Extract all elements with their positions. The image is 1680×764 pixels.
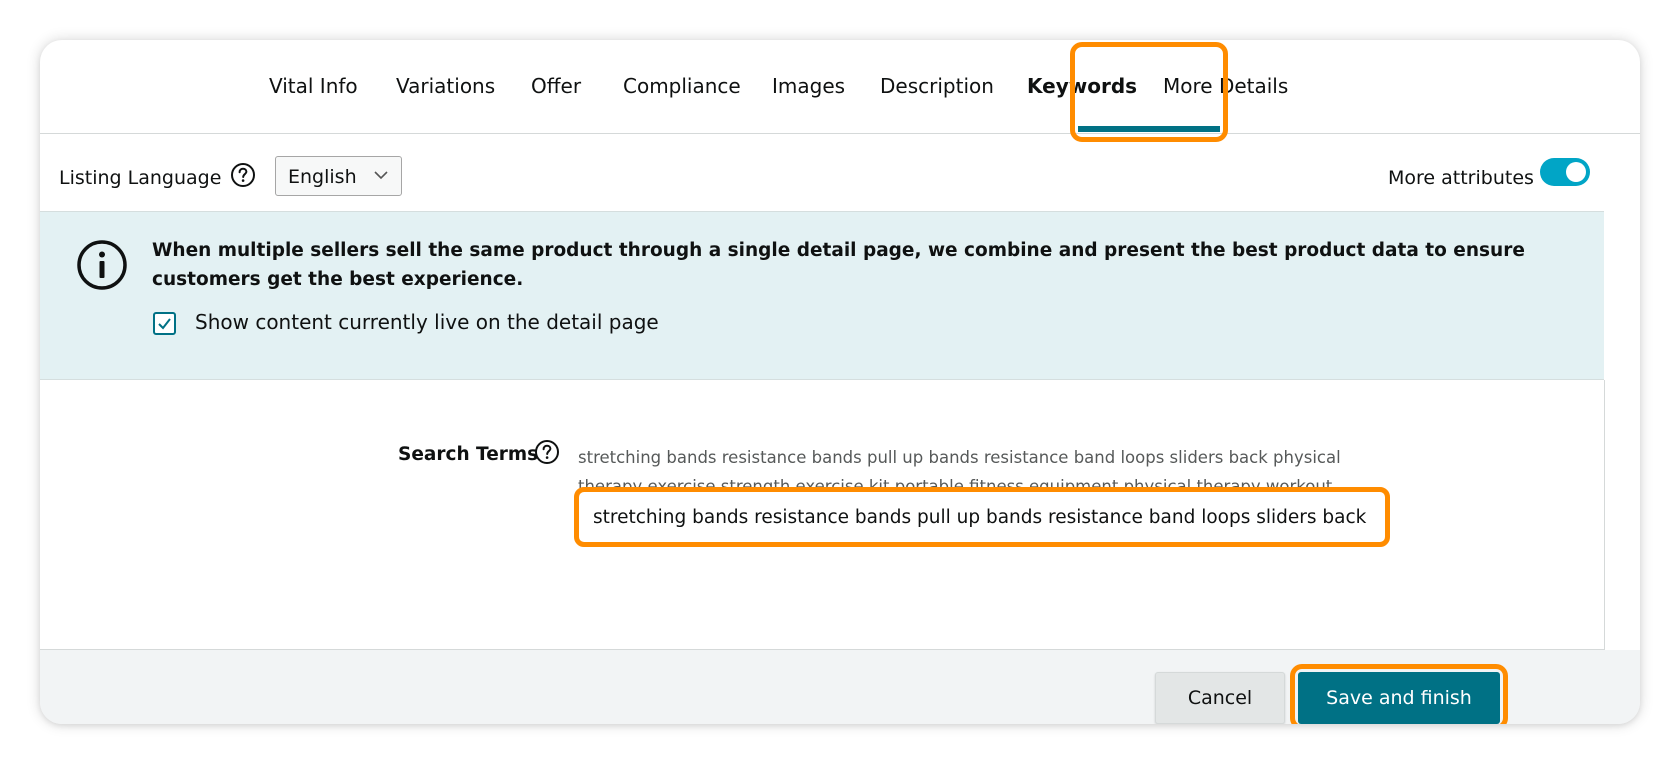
- listing-language-label: Listing Language: [59, 167, 222, 189]
- tab-images[interactable]: Images: [772, 74, 845, 98]
- show-live-content-checkbox[interactable]: [153, 312, 176, 335]
- selected-language: English: [288, 166, 357, 188]
- listing-language-select[interactable]: English: [275, 156, 402, 196]
- question-circle-icon[interactable]: [230, 162, 256, 188]
- form-footer: Cancel Save and finish: [40, 650, 1640, 724]
- tab-vital-info[interactable]: Vital Info: [269, 74, 358, 98]
- toggle-knob: [1566, 162, 1586, 182]
- keywords-tab-highlight: [1070, 42, 1228, 142]
- edit-listing-panel: Vital Info Variations Offer Compliance I…: [40, 40, 1640, 724]
- info-banner: When multiple sellers sell the same prod…: [40, 211, 1604, 380]
- search-terms-label: Search Terms: [398, 444, 539, 465]
- chevron-down-icon: [374, 171, 388, 180]
- tab-description[interactable]: Description: [880, 74, 994, 98]
- save-and-finish-button[interactable]: Save and finish: [1298, 672, 1500, 724]
- tab-offer[interactable]: Offer: [531, 74, 581, 98]
- tab-variations[interactable]: Variations: [396, 74, 495, 98]
- checkmark-icon: [158, 318, 171, 330]
- banner-message: When multiple sellers sell the same prod…: [152, 240, 1525, 290]
- tab-bar: Vital Info Variations Offer Compliance I…: [40, 40, 1640, 134]
- search-terms-input[interactable]: [578, 491, 1386, 543]
- tab-compliance[interactable]: Compliance: [623, 74, 741, 98]
- show-live-content-label[interactable]: Show content currently live on the detai…: [195, 310, 659, 334]
- more-attributes-label: More attributes: [1388, 167, 1534, 189]
- info-circle-icon: [77, 240, 127, 290]
- more-attributes-toggle[interactable]: [1540, 158, 1590, 186]
- cancel-button[interactable]: Cancel: [1155, 672, 1285, 724]
- question-circle-icon[interactable]: [534, 439, 560, 465]
